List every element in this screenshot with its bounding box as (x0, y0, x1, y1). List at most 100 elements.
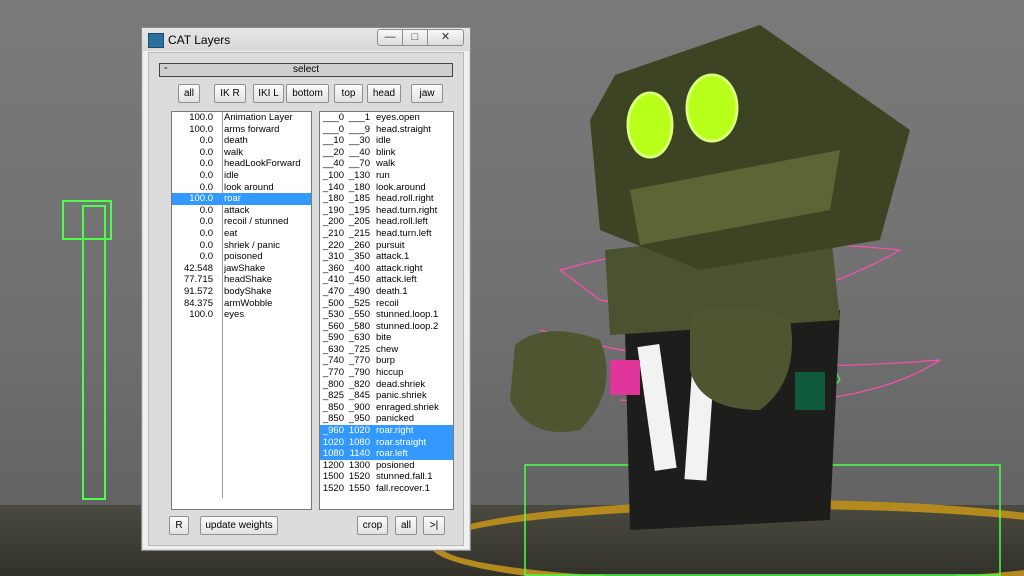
layer-weight: 0.0 (199, 135, 213, 147)
range-row[interactable]: ___0 ___1 eyes.open (320, 112, 453, 124)
range-row[interactable]: _310 _350 attack.1 (320, 251, 453, 263)
range-end: 1020 (348, 425, 370, 437)
next-button[interactable]: >| (423, 516, 445, 535)
range-start: _560 (322, 320, 344, 332)
range-start: _500 (322, 297, 344, 309)
range-row[interactable]: _770 _790 hiccup (320, 367, 453, 379)
filter-ik-l-button[interactable]: IKI L (253, 84, 284, 103)
filter-jaw-button[interactable]: jaw (411, 84, 443, 103)
layer-row[interactable]: 77.715 headShake (172, 274, 311, 286)
range-row[interactable]: _470 _490 death.1 (320, 286, 453, 298)
range-row[interactable]: 1500 1520 stunned.fall.1 (320, 471, 453, 483)
range-row[interactable]: _180 _185 head.roll.right (320, 193, 453, 205)
range-row[interactable]: _590 _630 bite (320, 332, 453, 344)
range-name: roar.left (376, 448, 408, 460)
range-row[interactable]: _850 _950 panicked (320, 413, 453, 425)
layer-name: eat (224, 227, 238, 239)
layer-row[interactable]: 100.0 Animation Layer (172, 112, 311, 124)
minimize-button[interactable]: — (377, 29, 403, 46)
range-name: head.roll.left (376, 216, 428, 228)
range-row[interactable]: _100 _130 run (320, 170, 453, 182)
range-row[interactable]: 1080 1140 roar.left (320, 448, 453, 460)
close-button[interactable]: ✕ (427, 29, 464, 46)
layer-weight: 100.0 (189, 309, 213, 321)
range-row[interactable]: __40 __70 walk (320, 158, 453, 170)
range-list[interactable]: ___0 ___1 eyes.open ___0 ___9 head.straight __… (319, 111, 454, 510)
layer-row[interactable]: 0.0 walk (172, 147, 311, 159)
crop-button[interactable]: crop (357, 516, 388, 535)
layer-row[interactable]: 0.0 poisoned (172, 251, 311, 263)
all-button[interactable]: all (395, 516, 417, 535)
filter-ik-r-button[interactable]: IK R (214, 84, 246, 103)
layer-row[interactable]: 100.0 eyes (172, 309, 311, 321)
range-row[interactable]: _740 _770 burp (320, 355, 453, 367)
layer-name: poisoned (224, 251, 263, 263)
layer-name: recoil / stunned (224, 216, 289, 228)
range-name: stunned.loop.1 (376, 309, 439, 321)
range-row[interactable]: _410 _450 attack.left (320, 274, 453, 286)
range-start: _180 (322, 193, 344, 205)
layer-weight: 0.0 (199, 251, 213, 263)
filter-top-button[interactable]: top (334, 84, 363, 103)
range-end: _350 (348, 251, 370, 263)
range-start: _530 (322, 309, 344, 321)
range-row[interactable]: _800 _820 dead.shriek (320, 379, 453, 391)
range-end: _845 (348, 390, 370, 402)
range-start: _590 (322, 332, 344, 344)
range-start: _210 (322, 227, 344, 239)
layer-row[interactable]: 0.0 shriek / panic (172, 240, 311, 252)
window-titlebar[interactable]: CAT Layers — □ ✕ (142, 28, 470, 51)
layer-list[interactable]: 100.0 Animation Layer 100.0 arms forward 0.0… (171, 111, 312, 510)
range-row[interactable]: _200 _205 head.roll.left (320, 216, 453, 228)
range-row[interactable]: _210 _215 head.turn.left (320, 228, 453, 240)
layer-row[interactable]: 84.375 armWobble (172, 298, 311, 310)
range-end: __40 (348, 146, 370, 158)
layer-row[interactable]: 42.548 jawShake (172, 263, 311, 275)
select-rollout-header[interactable]: - select (159, 62, 453, 77)
range-start: _470 (322, 285, 344, 297)
layer-row[interactable]: 91.572 bodyShake (172, 286, 311, 298)
range-row[interactable]: _500 _525 recoil (320, 298, 453, 310)
filter-all-button[interactable]: all (178, 84, 200, 103)
layer-row[interactable]: 0.0 idle (172, 170, 311, 182)
range-row[interactable]: _190 _195 head.turn.right (320, 205, 453, 217)
range-start: _220 (322, 239, 344, 251)
range-row[interactable]: _560 _580 stunned.loop.2 (320, 321, 453, 333)
layer-weight: 0.0 (199, 181, 213, 193)
range-row[interactable]: _850 _900 enraged.shriek (320, 402, 453, 414)
r-button[interactable]: R (169, 516, 189, 535)
range-row[interactable]: __10 __30 idle (320, 135, 453, 147)
update-weights-button[interactable]: update weights (200, 516, 278, 535)
range-start: _630 (322, 343, 344, 355)
range-row[interactable]: 1520 1550 fall.recover.1 (320, 483, 453, 495)
range-row[interactable]: _825 _845 panic.shriek (320, 390, 453, 402)
layer-row[interactable]: 0.0 headLookForward (172, 158, 311, 170)
range-row[interactable]: _960 1020 roar.right (320, 425, 453, 437)
range-row[interactable]: 1200 1300 posioned (320, 460, 453, 472)
range-row[interactable]: _530 _550 stunned.loop.1 (320, 309, 453, 321)
range-row[interactable]: _220 _260 pursuit (320, 240, 453, 252)
layer-row[interactable]: 100.0 roar (172, 193, 311, 205)
range-name: head.turn.right (376, 204, 438, 216)
range-row[interactable]: _140 _180 look.around (320, 182, 453, 194)
range-row[interactable]: ___0 ___9 head.straight (320, 124, 453, 136)
layer-name: headShake (224, 274, 273, 286)
range-row[interactable]: __20 __40 blink (320, 147, 453, 159)
layer-row[interactable]: 0.0 attack (172, 205, 311, 217)
range-row[interactable]: 1020 1080 roar.straight (320, 436, 453, 449)
layer-row[interactable]: 0.0 recoil / stunned (172, 216, 311, 228)
layer-row[interactable]: 0.0 death (172, 135, 311, 147)
range-name: roar.right (376, 425, 414, 437)
filter-bottom-button[interactable]: bottom (286, 84, 329, 103)
range-row[interactable]: _360 _400 attack.right (320, 263, 453, 275)
range-start: _850 (322, 413, 344, 425)
layer-row[interactable]: 0.0 look around (172, 182, 311, 194)
range-name: idle (376, 135, 391, 147)
layer-row[interactable]: 100.0 arms forward (172, 124, 311, 136)
range-row[interactable]: _630 _725 chew (320, 344, 453, 356)
layer-weight: 0.0 (199, 239, 213, 251)
range-name: pursuit (376, 239, 405, 251)
filter-head-button[interactable]: head (367, 84, 401, 103)
maximize-button[interactable]: □ (402, 29, 428, 46)
layer-row[interactable]: 0.0 eat (172, 228, 311, 240)
